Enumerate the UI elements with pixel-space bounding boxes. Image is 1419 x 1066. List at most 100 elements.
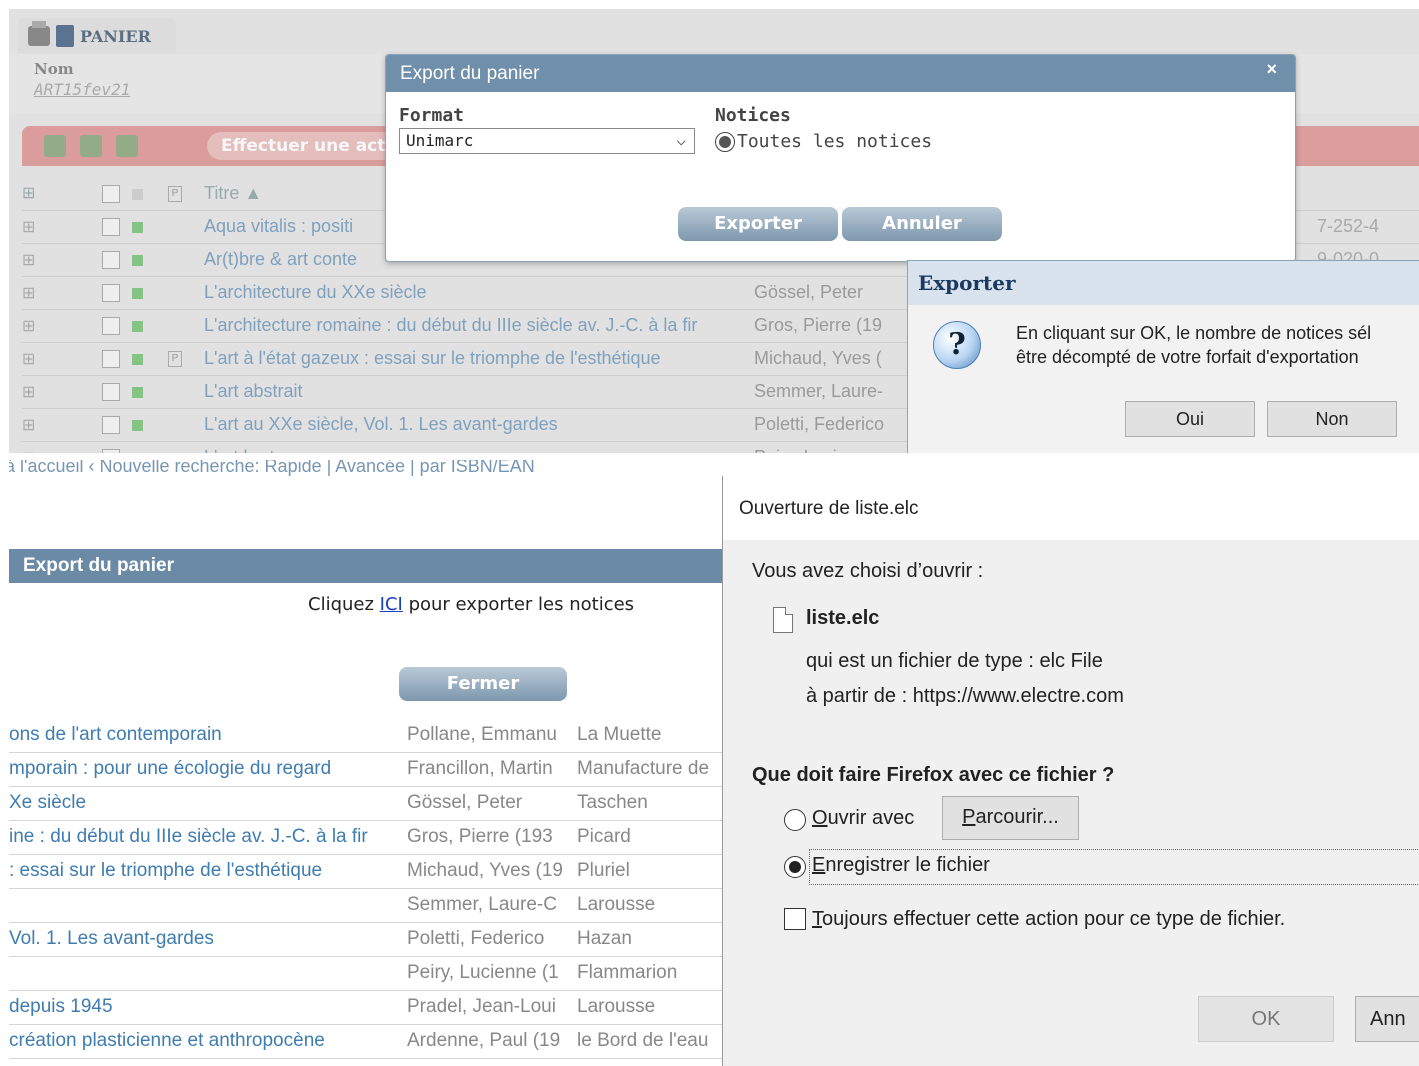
row-checkbox[interactable] [102, 383, 120, 402]
expand-icon[interactable]: ⊞ [22, 441, 46, 453]
always-do-checkbox[interactable] [784, 908, 806, 930]
export-button[interactable]: Exporter [678, 207, 838, 241]
status-icon [132, 254, 143, 266]
row-checkbox[interactable] [102, 218, 120, 237]
always-do-label[interactable]: Toujours effectuer cette action pour ce … [812, 908, 1285, 931]
firefox-question: Que doit faire Firefox avec ce fichier ? [752, 764, 1115, 786]
row-author: Poletti, Federico [754, 408, 894, 442]
row-author: Semmer, Laure- [754, 375, 894, 409]
ok-button[interactable]: OK [1198, 996, 1334, 1042]
row-checkbox[interactable] [102, 416, 120, 435]
row-title[interactable]: L'art à l'état gazeux : essai sur le tri… [204, 342, 754, 376]
save-file-radio[interactable] [784, 856, 806, 878]
radio-selected-icon[interactable] [715, 131, 735, 152]
row-checkbox[interactable] [102, 449, 120, 453]
status-icon [132, 320, 143, 332]
row-author: Gössel, Peter [407, 786, 577, 821]
status-icon [132, 353, 143, 365]
expand-icon[interactable]: ⊞ [22, 243, 46, 277]
firefox-cancel-button[interactable]: Ann [1355, 996, 1419, 1042]
print-icon[interactable] [44, 135, 66, 157]
basket-name-link[interactable]: ART15fev21 [34, 80, 130, 99]
action-dropdown[interactable]: Effectuer une act [207, 132, 400, 160]
row-publisher: Flammarion [577, 956, 727, 991]
row-title[interactable]: L'architecture romaine : du début du III… [204, 309, 754, 343]
cancel-button[interactable]: Annuler [842, 207, 1002, 241]
yes-button[interactable]: Oui [1125, 401, 1255, 437]
row-publisher: Larousse [577, 888, 727, 923]
list-icon[interactable] [80, 135, 102, 157]
file-icon [773, 607, 793, 633]
all-notices-radio[interactable]: Toutes les notices [715, 131, 932, 152]
table-row: ine : du début du IIIe siècle av. J.-C. … [9, 820, 727, 855]
row-title[interactable]: L'art brut [204, 441, 754, 453]
close-icon[interactable]: × [1266, 59, 1277, 80]
open-with-label[interactable]: Ouvrir avec [812, 807, 914, 830]
export-result-title: Export du panier [9, 549, 725, 583]
save-file-label[interactable]: Enregistrer le fichier [812, 854, 990, 877]
row-title[interactable]: L'art abstrait [204, 375, 754, 409]
expand-icon[interactable]: ⊞ [22, 210, 46, 244]
printer-icon[interactable] [28, 21, 50, 46]
table-row: Xe siècle Gössel, Peter Taschen [9, 786, 727, 821]
row-checkbox[interactable] [102, 284, 120, 303]
open-with-radio[interactable] [784, 809, 806, 831]
browse-button[interactable]: Parcourir... [942, 796, 1079, 840]
expand-all-icon[interactable]: ⊞ [22, 177, 46, 211]
firefox-dialog-title: Ouverture de liste.elc [723, 476, 1419, 540]
row-publisher: Picard [577, 820, 727, 855]
row-author: Peiry, Lucienne [754, 441, 894, 453]
close-button[interactable]: Fermer [399, 667, 567, 701]
question-icon: ? [933, 321, 981, 369]
breadcrumb[interactable]: à l'accueil ‹ Nouvelle recherche: Rapide… [9, 460, 535, 477]
row-author: Pollane, Emmanu [407, 718, 577, 753]
basket-tab-label: PANIER [80, 26, 151, 46]
basket-panel: PANIER Nom ART15fev21 Effectuer une act … [9, 9, 1419, 453]
export-confirm-dialog: Exporter ? En cliquant sur OK, le nombre… [907, 260, 1419, 453]
row-title[interactable]: ons de l'art contemporain [9, 718, 407, 753]
row-title[interactable]: L'architecture du XXe siècle [204, 276, 754, 310]
row-checkbox[interactable] [102, 350, 120, 369]
confirm-message: En cliquant sur OK, le nombre de notices… [1016, 321, 1371, 369]
row-publisher: Taschen [577, 786, 727, 821]
row-title[interactable]: ntemporain : peinture, sculpture, photog… [9, 1058, 407, 1066]
expand-icon[interactable]: ⊞ [22, 408, 46, 442]
no-button[interactable]: Non [1267, 401, 1397, 437]
table-row: création plasticienne et anthropocène Ard… [9, 1024, 727, 1059]
basket-tab[interactable]: PANIER [18, 18, 176, 54]
expand-icon[interactable]: ⊞ [22, 276, 46, 310]
result-table: ons de l'art contemporain Pollane, Emmanu… [9, 718, 727, 1066]
expand-icon[interactable]: ⊞ [22, 342, 46, 376]
row-publisher: Larousse [577, 1058, 727, 1066]
row-title[interactable]: Xe siècle [9, 786, 407, 821]
table-row: : essai sur le triomphe de l'esthétique M… [9, 854, 727, 889]
row-publisher: Pluriel [577, 854, 727, 889]
row-checkbox[interactable] [102, 251, 120, 270]
row-title[interactable] [9, 956, 407, 991]
format-select[interactable]: Unimarc ⌵ [399, 128, 695, 154]
save-icon[interactable] [116, 135, 138, 157]
row-title[interactable]: création plasticienne et anthropocène [9, 1024, 407, 1059]
row-author: Gros, Pierre (19 [754, 309, 894, 343]
row-title[interactable]: L'art au XXe siècle, Vol. 1. Les avant-g… [204, 408, 754, 442]
row-title[interactable]: mporain : pour une écologie du regard [9, 752, 407, 787]
expand-icon[interactable]: ⊞ [22, 309, 46, 343]
confirm-message-line2: être décompté de votre forfait d'exporta… [1016, 347, 1359, 367]
select-all-checkbox[interactable] [102, 185, 120, 203]
file-name: liste.elc [806, 607, 880, 629]
row-title[interactable]: ine : du début du IIIe siècle av. J.-C. … [9, 820, 407, 855]
format-select-value: Unimarc [406, 131, 474, 150]
row-author: Semmer, Laure-C [407, 888, 577, 923]
row-author: Gössel, Peter [754, 276, 894, 310]
export-here-link[interactable]: ICI [380, 594, 403, 615]
row-checkbox[interactable] [102, 317, 120, 336]
row-title[interactable]: depuis 1945 [9, 990, 407, 1025]
confirm-dialog-title: Exporter [908, 261, 1419, 305]
row-title[interactable] [9, 888, 407, 923]
row-title[interactable]: Vol. 1. Les avant-gardes [9, 922, 407, 957]
row-title[interactable]: : essai sur le triomphe de l'esthétique [9, 854, 407, 889]
expand-icon[interactable]: ⊞ [22, 375, 46, 409]
table-row: mporain : pour une écologie du regard Fra… [9, 752, 727, 787]
name-label: Nom [34, 60, 74, 78]
table-row: ons de l'art contemporain Pollane, Emmanu… [9, 718, 727, 753]
